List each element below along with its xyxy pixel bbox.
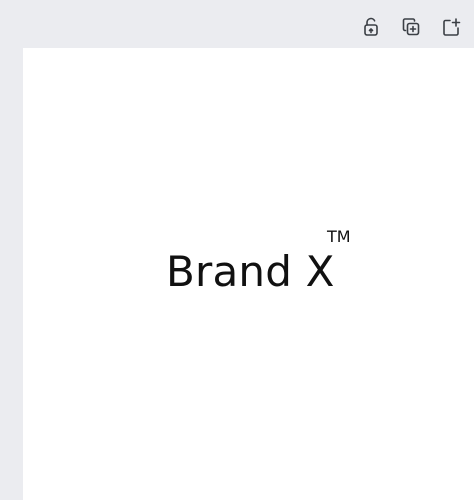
lock-toggle-button[interactable]	[356, 12, 386, 42]
duplicate-page-button[interactable]	[396, 12, 426, 42]
duplicate-icon	[402, 18, 420, 36]
unlock-icon	[364, 17, 378, 36]
add-page-button[interactable]	[436, 12, 466, 42]
page-toolbar	[356, 12, 466, 42]
trademark-text[interactable]: TM	[327, 228, 351, 246]
add-page-icon	[443, 18, 461, 36]
brand-text[interactable]: Brand X	[166, 246, 335, 298]
design-canvas[interactable]: Brand X TM	[23, 48, 474, 500]
